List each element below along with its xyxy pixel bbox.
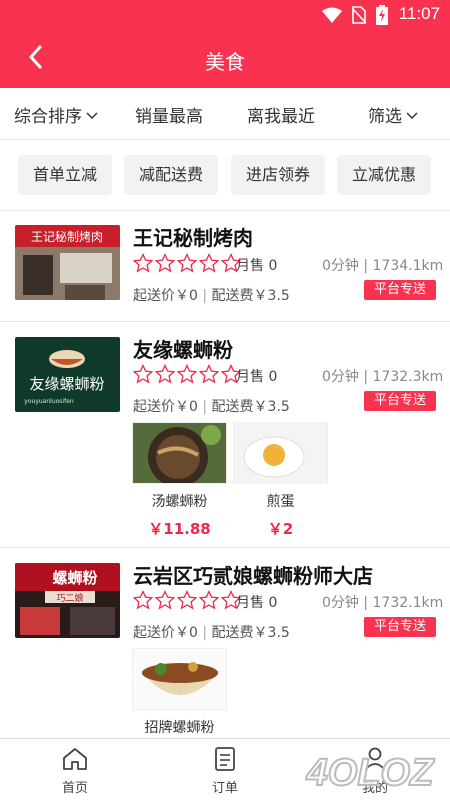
monthly-sales: 月售 0 [236,595,278,611]
shop-photo: 螺蛳粉 巧二娘 [15,563,120,638]
sim-off-icon [352,6,366,24]
rating-stars [133,590,241,610]
min-order: 起送价￥0 [133,399,198,415]
shop-card[interactable]: 螺蛳粉 巧二娘 云岩区巧贰娘螺蛳粉师大店 月售 0 0分钟 | 1732.1km… [0,547,450,738]
shop-sign-text: 螺蛳粉 [52,569,97,587]
logo-subtext: youyuanluosifen [24,398,74,405]
dish-item[interactable]: 煎蛋 ￥2 [233,422,328,539]
dish-name: 招牌螺蛳粉 [144,720,215,736]
delivery-time-distance: 0分钟 | 1734.1km [322,258,444,274]
star-outline-icon [155,364,175,384]
chevron-down-icon [406,111,418,119]
shop-list: 王记秘制烤肉 王记秘制烤肉 月售 0 0分钟 | 1734.1km 起送价￥0 … [0,210,450,738]
dish-price: ￥2 [267,520,294,538]
sort-bar: 综合排序 销量最高 离我最近 筛选 [0,88,450,140]
dish-item[interactable]: 招牌螺蛳粉 [132,648,227,737]
star-outline-icon [177,364,197,384]
star-outline-icon [155,253,175,273]
watermark-text: 4OLOZ [306,752,435,794]
shop-name: 云岩区巧贰娘螺蛳粉师大店 [133,564,373,588]
platform-delivery-badge: 平台专送 [364,391,436,411]
star-outline-icon [133,364,153,384]
home-icon [63,748,87,770]
dish-item[interactable]: 汤螺蛳粉 ￥11.88 [132,422,227,539]
sort-label: 销量最高 [135,107,203,127]
chip-store-coupon[interactable]: 进店领券 [231,155,325,195]
shop-logo: 友缘螺蛳粉 youyuanluosifen [15,337,120,412]
chip-instant-discount[interactable]: 立减优惠 [337,155,431,195]
dish-price: ￥11.88 [148,520,211,538]
dish-photo [132,422,227,484]
page-title: 美食 [205,50,245,74]
delivery-time-distance: 0分钟 | 1732.1km [322,595,444,611]
wifi-icon [322,7,342,23]
delivery-fee: 配送费￥3.5 [211,288,290,304]
monthly-sales: 月售 0 [236,258,278,274]
star-outline-icon [199,590,219,610]
star-outline-icon [133,590,153,610]
dish-name: 煎蛋 [266,494,295,510]
star-outline-icon [177,590,197,610]
sort-sales-highest[interactable]: 销量最高 [135,102,203,127]
status-icons [322,5,388,25]
shop-sign-subtext: 巧二娘 [56,592,83,604]
dish-photo [132,648,227,710]
app-header: 美食 [0,30,450,88]
star-outline-icon [155,590,175,610]
logo-text: 友缘螺蛳粉 [29,375,104,393]
promo-chips: 首单立减 减配送费 进店领券 立减优惠 [0,140,450,210]
sort-label: 离我最近 [247,107,315,127]
status-time: 11:07 [398,4,440,23]
sort-comprehensive[interactable]: 综合排序 [14,102,98,127]
star-outline-icon [199,364,219,384]
delivery-fee: 配送费￥3.5 [211,399,290,415]
shop-photo: 王记秘制烤肉 [15,225,120,300]
platform-delivery-badge: 平台专送 [364,280,436,300]
battery-charging-icon [376,5,388,25]
chip-reduced-delivery-fee[interactable]: 减配送费 [124,155,218,195]
dish-name: 汤螺蛳粉 [151,494,208,510]
delivery-fee: 配送费￥3.5 [211,625,290,641]
star-outline-icon [199,253,219,273]
shop-sign-text: 王记秘制烤肉 [31,229,103,244]
star-outline-icon [177,253,197,273]
platform-delivery-badge: 平台专送 [364,617,436,637]
chevron-down-icon [86,111,98,119]
tab-home[interactable]: 首页 [35,745,115,796]
delivery-time-distance: 0分钟 | 1732.3km [322,369,444,385]
sort-label: 筛选 [368,107,402,127]
filter-dropdown[interactable]: 筛选 [368,102,418,127]
sort-nearest[interactable]: 离我最近 [247,102,315,127]
sort-label: 综合排序 [14,107,82,127]
chip-first-order-discount[interactable]: 首单立减 [18,155,112,195]
rating-stars [133,364,241,384]
tab-orders[interactable]: 订单 [185,745,265,796]
order-list-icon [215,747,235,771]
monthly-sales: 月售 0 [236,369,278,385]
status-bar: 11:07 [0,0,450,30]
shop-name: 王记秘制烤肉 [133,226,253,250]
tab-label: 订单 [211,781,238,796]
watermark-logo: 4OLOZ [305,751,436,795]
min-order: 起送价￥0 [133,288,198,304]
rating-stars [133,253,241,273]
shop-name: 友缘螺蛳粉 [133,338,233,362]
min-order: 起送价￥0 [133,625,198,641]
shop-card[interactable]: 王记秘制烤肉 王记秘制烤肉 月售 0 0分钟 | 1734.1km 起送价￥0 … [0,210,450,321]
tab-label: 首页 [61,781,88,796]
shop-card[interactable]: 友缘螺蛳粉 youyuanluosifen 友缘螺蛳粉 月售 0 0分钟 | 1… [0,321,450,547]
star-outline-icon [133,253,153,273]
dish-photo [233,422,328,484]
